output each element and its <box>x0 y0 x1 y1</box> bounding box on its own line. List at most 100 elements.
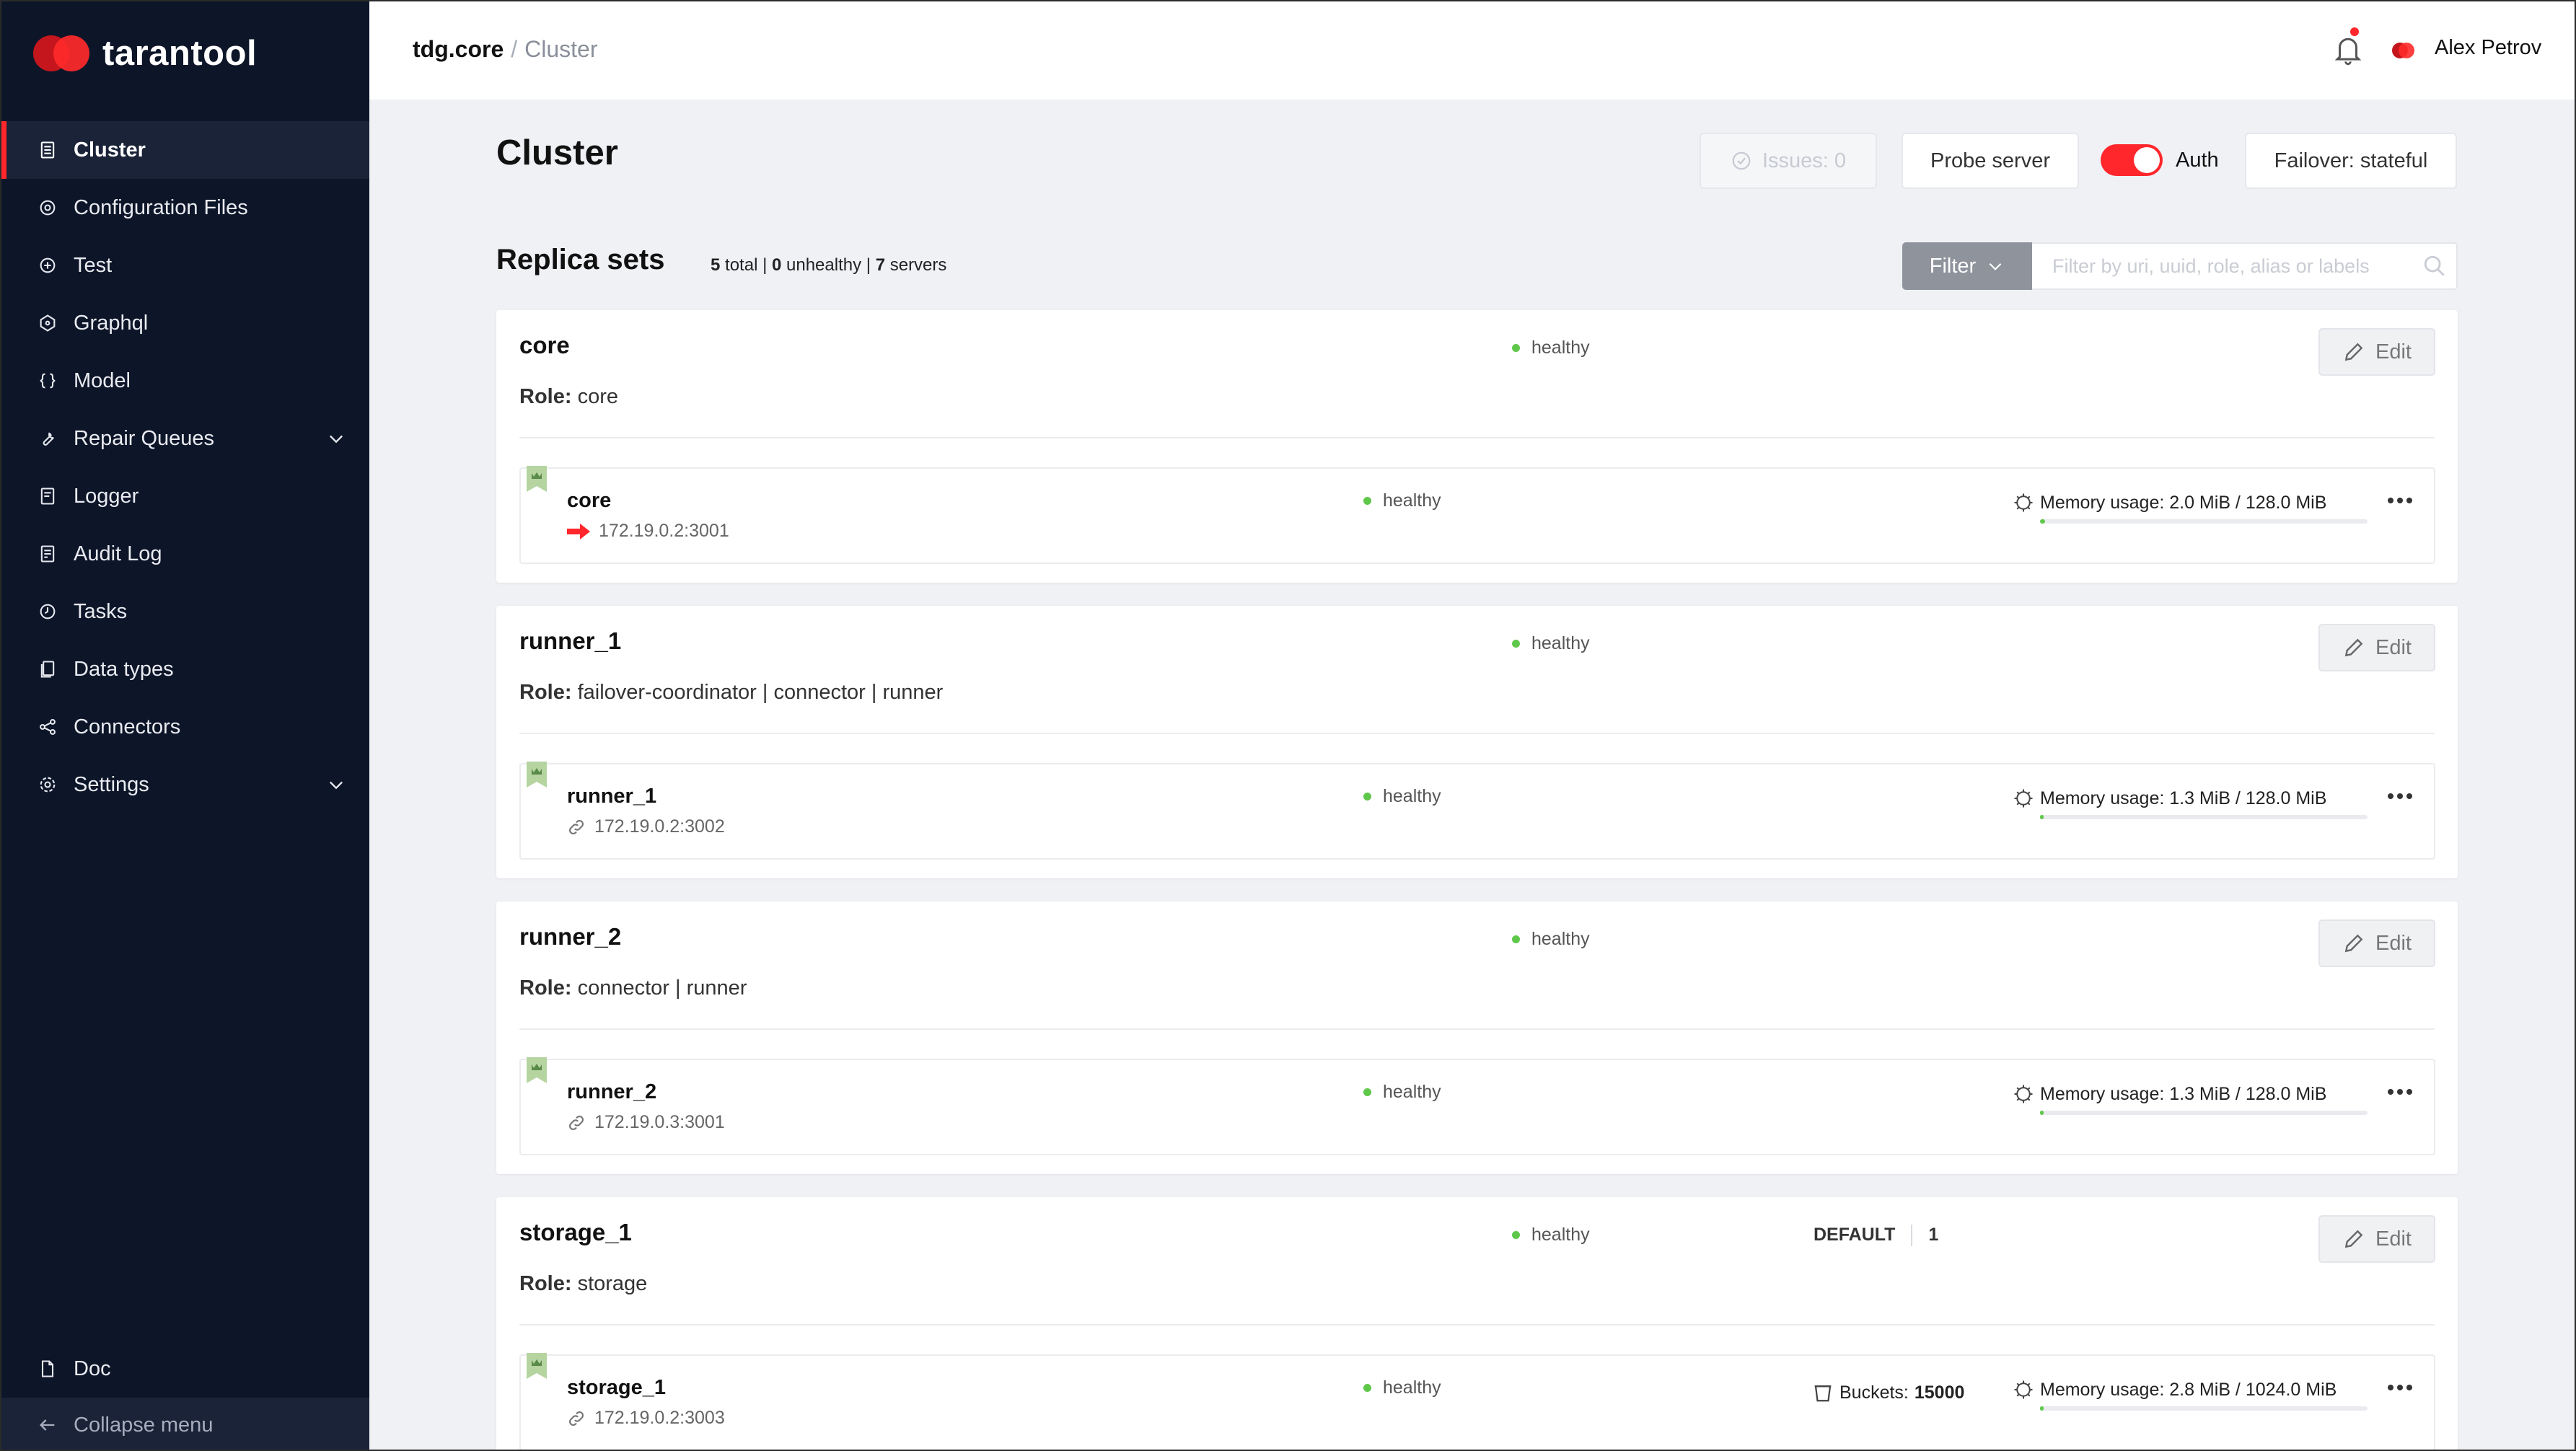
memory-bar <box>2040 1111 2368 1115</box>
sidebar-item-connectors[interactable]: Connectors <box>1 698 369 756</box>
probe-server-button[interactable]: Probe server <box>1902 133 2079 189</box>
sidebar-item-label: Graphql <box>74 311 149 335</box>
sidebar-item-doc[interactable]: Doc <box>1 1340 369 1398</box>
sidebar-item-label: Cluster <box>74 138 146 162</box>
memory-usage: Memory usage: 2.0 MiB / 128.0 MiB <box>2013 492 2326 513</box>
sidebar-item-graphql[interactable]: Graphql <box>1 294 369 352</box>
page-title: Cluster <box>496 133 618 172</box>
server-name[interactable]: core <box>567 489 611 513</box>
more-actions-button[interactable] <box>2388 493 2417 508</box>
status-dot <box>1512 1231 1520 1239</box>
server-row[interactable]: runner_1 172.19.0.2:3002 healthy Memory … <box>519 762 2435 860</box>
sidebar-item-tasks[interactable]: Tasks <box>1 583 369 640</box>
sidebar-item-settings[interactable]: Settings <box>1 756 369 813</box>
gear-icon <box>38 775 58 795</box>
sidebar-item-configuration-files[interactable]: Configuration Files <box>1 179 369 237</box>
server-name[interactable]: storage_1 <box>567 1376 666 1400</box>
collapse-menu-label: Collapse menu <box>74 1413 214 1437</box>
replica-sets-title: Replica sets <box>496 244 665 275</box>
server-status: healthy <box>1363 786 1441 807</box>
divider <box>519 437 2435 438</box>
more-actions-button[interactable] <box>2388 789 2417 803</box>
tarantool-logo-icon <box>33 32 91 75</box>
server-name[interactable]: runner_1 <box>567 785 656 808</box>
sidebar-item-repair-queues[interactable]: Repair Queues <box>1 410 369 467</box>
sidebar-item-data-types[interactable]: Data types <box>1 640 369 698</box>
sidebar-item-model[interactable]: Model <box>1 352 369 410</box>
replica-set-card: storage_1 healthy DEFAULT 1 Role: storag… <box>496 1197 2458 1450</box>
memory-bar <box>2040 519 2368 524</box>
edit-button[interactable]: Edit <box>2318 624 2435 671</box>
data-types-icon <box>38 659 58 679</box>
sidebar-item-label: Configuration Files <box>74 195 248 219</box>
sidebar-item-label: Tasks <box>74 599 128 623</box>
replica-set-status: healthy <box>1512 1225 1590 1245</box>
status-dot <box>1363 793 1371 801</box>
server-status: healthy <box>1363 1082 1441 1103</box>
sidebar-item-label: Model <box>74 369 131 392</box>
filter-dropdown-button[interactable]: Filter <box>1902 242 2032 290</box>
sidebar-item-label: Audit Log <box>74 542 162 565</box>
server-uri: 172.19.0.2:3003 <box>567 1408 725 1429</box>
replica-set-card: runner_1 healthy Role: failover-coordina… <box>496 606 2458 878</box>
replica-set-name: runner_1 <box>519 627 622 654</box>
sidebar-item-cluster[interactable]: Cluster <box>1 121 369 179</box>
divider <box>519 1324 2435 1326</box>
memory-bar <box>2040 815 2368 819</box>
collapse-menu-button[interactable]: Collapse menu <box>1 1398 369 1450</box>
breadcrumb-root[interactable]: tdg.core <box>413 36 504 62</box>
arrow-right-icon <box>567 523 590 539</box>
server-row[interactable]: core 172.19.0.2:3001 healthy Memory usag… <box>519 466 2435 564</box>
sidebar-item-audit-log[interactable]: Audit Log <box>1 525 369 583</box>
check-circle-icon <box>1732 151 1751 170</box>
server-name[interactable]: runner_2 <box>567 1080 656 1104</box>
more-actions-button[interactable] <box>2388 1085 2417 1099</box>
chevron-down-icon[interactable] <box>326 428 346 449</box>
edit-button[interactable]: Edit <box>2318 1215 2435 1263</box>
chevron-down-icon[interactable] <box>326 775 346 795</box>
graphql-icon <box>38 313 58 333</box>
cluster-icon <box>38 140 58 160</box>
avatar[interactable] <box>2389 36 2418 65</box>
server-row[interactable]: storage_1 172.19.0.2:3003 healthy Bucket… <box>519 1353 2435 1450</box>
sidebar-doc: Doc <box>1 1340 369 1398</box>
replica-set-card: core healthy Role: core Edit core 172.19… <box>496 310 2458 583</box>
share-icon <box>38 717 58 737</box>
logo[interactable]: tarantool <box>33 32 257 75</box>
replica-set-status: healthy <box>1512 633 1590 654</box>
edit-button[interactable]: Edit <box>2318 919 2435 967</box>
server-status: healthy <box>1363 1377 1441 1398</box>
replica-set-name: core <box>519 332 570 358</box>
sidebar-item-test[interactable]: Test <box>1 237 369 294</box>
user-name[interactable]: Alex Petrov <box>2435 36 2541 60</box>
replica-set-roles: Role: core <box>519 385 618 408</box>
sidebar-item-logger[interactable]: Logger <box>1 467 369 525</box>
filter-input[interactable] <box>2032 242 2458 290</box>
bell-icon[interactable] <box>2334 33 2362 66</box>
chip-icon <box>2014 1380 2033 1399</box>
more-actions-button[interactable] <box>2388 1380 2417 1395</box>
breadcrumb: tdg.core / Cluster <box>413 36 597 63</box>
server-status: healthy <box>1363 490 1441 511</box>
auth-switch[interactable] <box>2101 144 2163 176</box>
link-icon <box>569 1411 584 1426</box>
server-uri: 172.19.0.2:3001 <box>567 521 729 542</box>
sidebar-item-label: Doc <box>74 1357 111 1380</box>
issues-button[interactable]: Issues: 0 <box>1700 133 1877 189</box>
link-icon <box>569 1115 584 1130</box>
replica-set-name: runner_2 <box>519 923 622 950</box>
bucket-icon <box>1814 1385 1832 1402</box>
replica-set-roles: Role: failover-coordinator | connector |… <box>519 681 944 704</box>
server-uri: 172.19.0.2:3002 <box>567 816 725 837</box>
auth-toggle[interactable]: Auth <box>2101 144 2219 176</box>
edit-button[interactable]: Edit <box>2318 328 2435 376</box>
braces-icon <box>38 371 58 391</box>
search-icon <box>2424 255 2445 276</box>
failover-button[interactable]: Failover: stateful <box>2245 133 2457 189</box>
replica-set-name: storage_1 <box>519 1219 632 1245</box>
status-dot <box>1512 344 1520 352</box>
leader-flag-icon <box>527 466 547 492</box>
server-row[interactable]: runner_2 172.19.0.3:3001 healthy Memory … <box>519 1057 2435 1155</box>
sidebar-item-label: Connectors <box>74 715 181 738</box>
sidebar-item-label: Repair Queues <box>74 426 215 450</box>
